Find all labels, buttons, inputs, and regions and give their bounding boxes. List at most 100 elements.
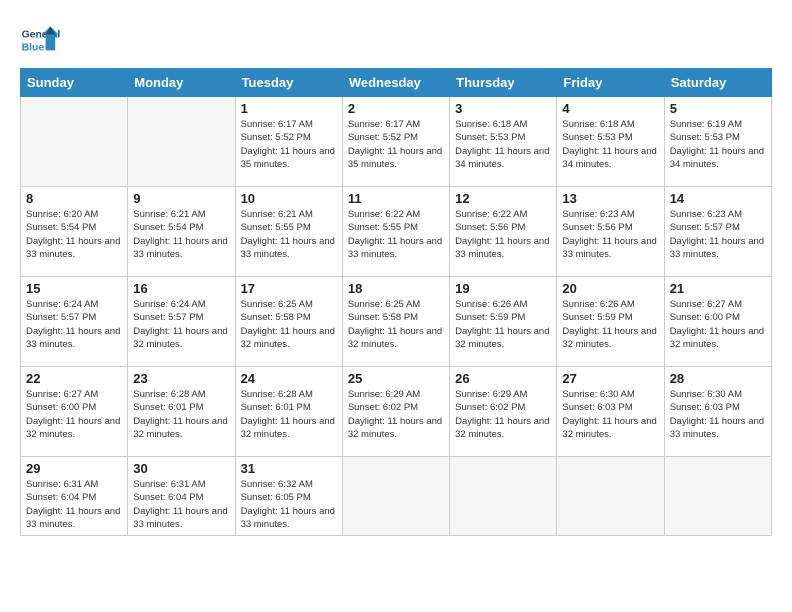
day-info: Sunrise: 6:22 AM Sunset: 5:55 PM Dayligh… [348,208,444,261]
day-info: Sunrise: 6:26 AM Sunset: 5:59 PM Dayligh… [455,298,551,351]
day-number: 5 [670,101,766,116]
calendar-day-cell: 17 Sunrise: 6:25 AM Sunset: 5:58 PM Dayl… [235,277,342,367]
day-number: 15 [26,281,122,296]
calendar-body: 1 Sunrise: 6:17 AM Sunset: 5:52 PM Dayli… [21,97,772,536]
day-info: Sunrise: 6:32 AM Sunset: 6:05 PM Dayligh… [241,478,337,531]
day-number: 16 [133,281,229,296]
day-info: Sunrise: 6:30 AM Sunset: 6:03 PM Dayligh… [562,388,658,441]
day-number: 29 [26,461,122,476]
calendar-day-cell: 21 Sunrise: 6:27 AM Sunset: 6:00 PM Dayl… [664,277,771,367]
calendar-day-cell: 3 Sunrise: 6:18 AM Sunset: 5:53 PM Dayli… [450,97,557,187]
day-number: 3 [455,101,551,116]
day-info: Sunrise: 6:18 AM Sunset: 5:53 PM Dayligh… [562,118,658,171]
day-number: 19 [455,281,551,296]
day-number: 14 [670,191,766,206]
weekday-header-thursday: Thursday [450,69,557,97]
day-number: 10 [241,191,337,206]
calendar-day-cell: 1 Sunrise: 6:17 AM Sunset: 5:52 PM Dayli… [235,97,342,187]
calendar-header-row: SundayMondayTuesdayWednesdayThursdayFrid… [21,69,772,97]
day-number: 25 [348,371,444,386]
day-number: 17 [241,281,337,296]
logo: General Blue [20,20,64,60]
calendar-day-cell: 22 Sunrise: 6:27 AM Sunset: 6:00 PM Dayl… [21,367,128,457]
calendar-week-row: 8 Sunrise: 6:20 AM Sunset: 5:54 PM Dayli… [21,187,772,277]
calendar-day-cell: 4 Sunrise: 6:18 AM Sunset: 5:53 PM Dayli… [557,97,664,187]
day-number: 27 [562,371,658,386]
calendar-day-cell: 12 Sunrise: 6:22 AM Sunset: 5:56 PM Dayl… [450,187,557,277]
calendar-day-cell: 10 Sunrise: 6:21 AM Sunset: 5:55 PM Dayl… [235,187,342,277]
day-number: 1 [241,101,337,116]
day-info: Sunrise: 6:31 AM Sunset: 6:04 PM Dayligh… [133,478,229,531]
day-number: 30 [133,461,229,476]
calendar-week-row: 22 Sunrise: 6:27 AM Sunset: 6:00 PM Dayl… [21,367,772,457]
page-header: General Blue [20,20,772,60]
day-info: Sunrise: 6:20 AM Sunset: 5:54 PM Dayligh… [26,208,122,261]
calendar-day-cell [557,457,664,536]
calendar-day-cell [664,457,771,536]
day-info: Sunrise: 6:27 AM Sunset: 6:00 PM Dayligh… [26,388,122,441]
day-info: Sunrise: 6:30 AM Sunset: 6:03 PM Dayligh… [670,388,766,441]
calendar-day-cell: 11 Sunrise: 6:22 AM Sunset: 5:55 PM Dayl… [342,187,449,277]
calendar-day-cell [450,457,557,536]
day-number: 12 [455,191,551,206]
logo-icon: General Blue [20,20,60,60]
calendar-day-cell: 30 Sunrise: 6:31 AM Sunset: 6:04 PM Dayl… [128,457,235,536]
day-info: Sunrise: 6:21 AM Sunset: 5:54 PM Dayligh… [133,208,229,261]
day-info: Sunrise: 6:26 AM Sunset: 5:59 PM Dayligh… [562,298,658,351]
day-number: 18 [348,281,444,296]
calendar-day-cell: 15 Sunrise: 6:24 AM Sunset: 5:57 PM Dayl… [21,277,128,367]
calendar-day-cell: 20 Sunrise: 6:26 AM Sunset: 5:59 PM Dayl… [557,277,664,367]
calendar-day-cell: 2 Sunrise: 6:17 AM Sunset: 5:52 PM Dayli… [342,97,449,187]
calendar-day-cell: 14 Sunrise: 6:23 AM Sunset: 5:57 PM Dayl… [664,187,771,277]
day-info: Sunrise: 6:19 AM Sunset: 5:53 PM Dayligh… [670,118,766,171]
day-info: Sunrise: 6:17 AM Sunset: 5:52 PM Dayligh… [241,118,337,171]
day-info: Sunrise: 6:29 AM Sunset: 6:02 PM Dayligh… [348,388,444,441]
calendar-day-cell: 27 Sunrise: 6:30 AM Sunset: 6:03 PM Dayl… [557,367,664,457]
calendar-table: SundayMondayTuesdayWednesdayThursdayFrid… [20,68,772,536]
day-number: 22 [26,371,122,386]
calendar-day-cell: 8 Sunrise: 6:20 AM Sunset: 5:54 PM Dayli… [21,187,128,277]
weekday-header-saturday: Saturday [664,69,771,97]
calendar-day-cell: 28 Sunrise: 6:30 AM Sunset: 6:03 PM Dayl… [664,367,771,457]
day-number: 28 [670,371,766,386]
calendar-day-cell: 9 Sunrise: 6:21 AM Sunset: 5:54 PM Dayli… [128,187,235,277]
day-info: Sunrise: 6:25 AM Sunset: 5:58 PM Dayligh… [241,298,337,351]
day-info: Sunrise: 6:17 AM Sunset: 5:52 PM Dayligh… [348,118,444,171]
day-number: 21 [670,281,766,296]
calendar-day-cell: 18 Sunrise: 6:25 AM Sunset: 5:58 PM Dayl… [342,277,449,367]
day-info: Sunrise: 6:18 AM Sunset: 5:53 PM Dayligh… [455,118,551,171]
calendar-day-cell: 29 Sunrise: 6:31 AM Sunset: 6:04 PM Dayl… [21,457,128,536]
day-number: 11 [348,191,444,206]
day-number: 31 [241,461,337,476]
weekday-header-monday: Monday [128,69,235,97]
calendar-day-cell: 23 Sunrise: 6:28 AM Sunset: 6:01 PM Dayl… [128,367,235,457]
weekday-header-tuesday: Tuesday [235,69,342,97]
day-number: 23 [133,371,229,386]
weekday-header-wednesday: Wednesday [342,69,449,97]
day-info: Sunrise: 6:24 AM Sunset: 5:57 PM Dayligh… [26,298,122,351]
calendar-day-cell: 13 Sunrise: 6:23 AM Sunset: 5:56 PM Dayl… [557,187,664,277]
day-number: 26 [455,371,551,386]
day-info: Sunrise: 6:24 AM Sunset: 5:57 PM Dayligh… [133,298,229,351]
day-number: 24 [241,371,337,386]
calendar-day-cell: 19 Sunrise: 6:26 AM Sunset: 5:59 PM Dayl… [450,277,557,367]
day-number: 9 [133,191,229,206]
day-number: 13 [562,191,658,206]
calendar-day-cell: 24 Sunrise: 6:28 AM Sunset: 6:01 PM Dayl… [235,367,342,457]
calendar-day-cell [21,97,128,187]
day-number: 20 [562,281,658,296]
calendar-day-cell: 25 Sunrise: 6:29 AM Sunset: 6:02 PM Dayl… [342,367,449,457]
weekday-header-sunday: Sunday [21,69,128,97]
svg-text:Blue: Blue [22,42,45,53]
day-info: Sunrise: 6:27 AM Sunset: 6:00 PM Dayligh… [670,298,766,351]
weekday-header-friday: Friday [557,69,664,97]
day-info: Sunrise: 6:29 AM Sunset: 6:02 PM Dayligh… [455,388,551,441]
day-number: 8 [26,191,122,206]
day-info: Sunrise: 6:21 AM Sunset: 5:55 PM Dayligh… [241,208,337,261]
day-number: 2 [348,101,444,116]
day-info: Sunrise: 6:23 AM Sunset: 5:57 PM Dayligh… [670,208,766,261]
calendar-day-cell: 5 Sunrise: 6:19 AM Sunset: 5:53 PM Dayli… [664,97,771,187]
calendar-day-cell: 16 Sunrise: 6:24 AM Sunset: 5:57 PM Dayl… [128,277,235,367]
calendar-week-row: 1 Sunrise: 6:17 AM Sunset: 5:52 PM Dayli… [21,97,772,187]
day-info: Sunrise: 6:28 AM Sunset: 6:01 PM Dayligh… [133,388,229,441]
